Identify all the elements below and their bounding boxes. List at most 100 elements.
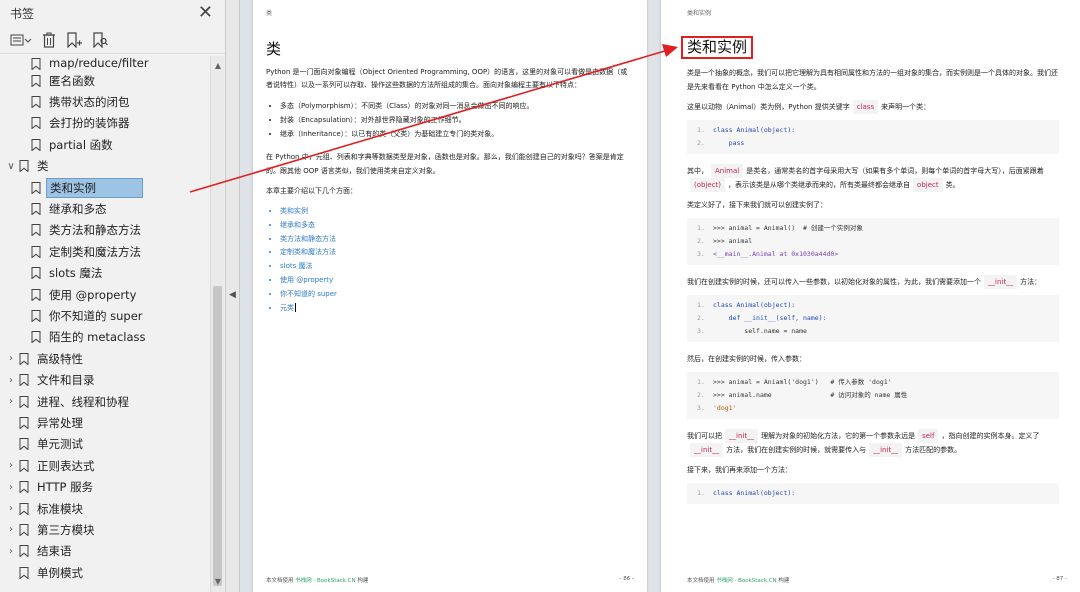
collapse-panel-icon[interactable]: ◀ <box>229 290 236 300</box>
document-page-86: 类 类 Python 是一门面向对象编程（Object Oriented Pro… <box>253 0 647 592</box>
text-cursor <box>295 303 296 313</box>
bookmark-item[interactable]: 单例模式 <box>0 562 210 583</box>
chapter-link[interactable]: 类方法和静态方法 <box>280 233 634 247</box>
bookmark-item[interactable]: 陌生的 metaclass <box>0 327 210 348</box>
chevron-right-icon[interactable]: › <box>5 353 17 364</box>
bookmark-icon <box>19 502 29 515</box>
bookmark-icon <box>31 203 41 216</box>
document-page-87: 类和实例 类和实例 类是一个抽象的概念，我们可以把它理解为具有相同属性和方法的一… <box>661 0 1080 592</box>
code-text: >>> animal = Animal() # 创建一个实例对象 <box>713 224 863 232</box>
bookmark-icon <box>31 331 41 344</box>
bookmark-item[interactable]: › 结束语 <box>0 541 210 562</box>
bookmark-item[interactable]: 匿名函数 <box>0 70 210 91</box>
text-run: ，指向创建的实例本身。定义了 <box>941 432 1040 440</box>
chevron-down-icon[interactable]: ∨ <box>5 161 17 172</box>
chapter-link-label: 元类 <box>280 303 294 312</box>
chevron-right-icon[interactable]: › <box>5 375 17 386</box>
list-item: 多态（Polymorphism）：不同类（Class）的对象对同一消息会做出不同… <box>280 99 634 113</box>
bookmark-item[interactable]: 定制类和魔法方法 <box>0 241 210 262</box>
paragraph: 这里以动物（Animal）类为例，Python 提供关键字 class 来声明一个类… <box>687 100 1059 114</box>
bookmark-item[interactable]: › HTTP 服务 <box>0 476 210 497</box>
text-run: 其中， <box>687 167 708 175</box>
code-text: >>> animal <box>713 237 753 245</box>
code-line: 1. >>> animal = Aniaml('dog1') # 传入参数 'do… <box>697 378 892 386</box>
footer-text: 构建 <box>778 578 790 584</box>
inline-code: class <box>852 100 879 114</box>
code-text: 'dog1' <box>713 404 737 412</box>
bookmark-item[interactable]: 继承和多态 <box>0 198 210 219</box>
bookmark-label: 进程、线程和协程 <box>37 394 129 409</box>
inline-code: object <box>913 178 943 192</box>
bookmark-label: 单元测试 <box>37 437 83 452</box>
find-bookmark-icon[interactable] <box>92 31 108 49</box>
bookmark-item[interactable]: 会打扮的装饰器 <box>0 113 210 134</box>
code-block: 1. class Animal(object): <box>687 483 1059 504</box>
bookmark-item[interactable]: 异常处理 <box>0 412 210 433</box>
bookmark-item[interactable]: › 文件和目录 <box>0 369 210 390</box>
footer-brand-link[interactable]: 书栈网 · BookStack.CN <box>295 578 355 584</box>
bookmark-item[interactable]: › 正则表达式 <box>0 455 210 476</box>
bookmark-icon <box>19 545 29 558</box>
delete-bookmark-icon[interactable] <box>42 31 56 49</box>
scroll-down-icon[interactable]: ▼ <box>211 576 225 588</box>
code-line: 2. >>> animal <box>697 237 753 245</box>
chevron-right-icon[interactable]: › <box>5 503 17 514</box>
bookmark-item[interactable]: 携带状态的闭包 <box>0 91 210 112</box>
code-line: 1. class Animal(object): <box>697 489 796 497</box>
chapter-link[interactable]: 你不知道的 super <box>280 288 634 302</box>
chevron-right-icon[interactable]: › <box>5 482 17 493</box>
chapter-link[interactable]: 定制类和魔法方法 <box>280 246 634 260</box>
footer-credit: 本文档使用 书栈网 · BookStack.CN 构建 <box>266 576 368 584</box>
outline-options-icon[interactable] <box>10 31 32 49</box>
chevron-right-icon[interactable]: › <box>5 460 17 471</box>
bookmark-item[interactable]: 使用 @property <box>0 284 210 305</box>
bookmark-item[interactable]: ∨ 类 <box>0 156 210 177</box>
bookmark-icon <box>19 395 29 408</box>
bookmark-item[interactable]: 类方法和静态方法 <box>0 220 210 241</box>
close-icon[interactable]: ✕ <box>198 4 213 22</box>
paragraph: 类定义好了，接下来我们就可以创建实例了： <box>687 201 827 209</box>
bookmark-label: 类和实例 <box>46 177 143 198</box>
bookmark-label: 类方法和静态方法 <box>49 223 141 238</box>
chapter-link[interactable]: 使用 @property <box>280 274 634 288</box>
code-block: 1. >>> animal = Animal() # 创建一个实例对象 2. >>>… <box>687 218 1059 265</box>
scrollbar-thumb[interactable] <box>213 286 222 586</box>
bookmark-label: 第三方模块 <box>37 522 95 537</box>
bookmark-icon <box>19 481 29 494</box>
bookmark-item[interactable]: 单元测试 <box>0 434 210 455</box>
bookmark-scrollbar[interactable]: ▲ ▼ <box>210 56 224 592</box>
bookmark-item[interactable]: map/reduce/filter <box>0 56 210 70</box>
text-run: 是类名，通常类名的首字母采用大写（如果有多个单词，则每个单词的首字母大写），后面… <box>746 167 1044 175</box>
bookmark-item[interactable]: partial 函数 <box>0 134 210 155</box>
add-bookmark-icon[interactable] <box>66 31 82 49</box>
chapter-link[interactable]: 类和实例 <box>280 205 634 219</box>
chevron-right-icon[interactable]: › <box>5 546 17 557</box>
intro-paragraph: Python 是一门面向对象编程（Object Oriented Program… <box>266 68 628 90</box>
bookmark-panel: 书签 ✕ map/reduce/filter 匿名函数 携带状态的闭包 会打扮的装饰器… <box>0 0 226 592</box>
chevron-right-icon[interactable]: › <box>5 524 17 535</box>
bookmark-item[interactable]: 你不知道的 super <box>0 305 210 326</box>
inline-code: self <box>918 429 939 443</box>
chapter-link[interactable]: 继承和多态 <box>280 219 634 233</box>
text-run: 这里以动物（Animal）类为例，Python 提供关键字 <box>687 103 850 111</box>
chapter-link[interactable]: slots 魔法 <box>280 260 634 274</box>
code-line: 1. >>> animal = Animal() # 创建一个实例对象 <box>697 224 863 232</box>
bookmark-icon <box>31 138 41 151</box>
bookmark-item[interactable]: › 第三方模块 <box>0 519 210 540</box>
chapter-link[interactable]: 元类 <box>280 302 634 316</box>
footer-brand-link[interactable]: 书栈网 · BookStack.CN <box>716 578 776 584</box>
bookmark-item[interactable]: slots 魔法 <box>0 263 210 284</box>
scroll-up-icon[interactable]: ▲ <box>211 60 225 72</box>
bookmark-item[interactable]: › 高级特性 <box>0 348 210 369</box>
bookmark-item[interactable]: 类和实例 <box>0 177 210 198</box>
code-line: 1. class Animal(object): <box>697 301 796 309</box>
chevron-right-icon[interactable]: › <box>5 396 17 407</box>
bookmark-item[interactable]: › 进程、线程和协程 <box>0 391 210 412</box>
text-run: 来声明一个类： <box>881 103 931 111</box>
text-run: 方法： <box>1020 278 1042 286</box>
page-number: - 87 - <box>1052 576 1067 582</box>
panel-splitter[interactable]: ◀ <box>226 0 240 592</box>
list-item: 封装（Encapsulation）：对外部世界隐藏对象的工作细节。 <box>280 113 634 127</box>
paragraph: 其中， Animal 是类名，通常类名的首字母采用大写（如果有多个单词，则每个单词的… <box>687 164 1059 192</box>
bookmark-item[interactable]: › 标准模块 <box>0 498 210 519</box>
